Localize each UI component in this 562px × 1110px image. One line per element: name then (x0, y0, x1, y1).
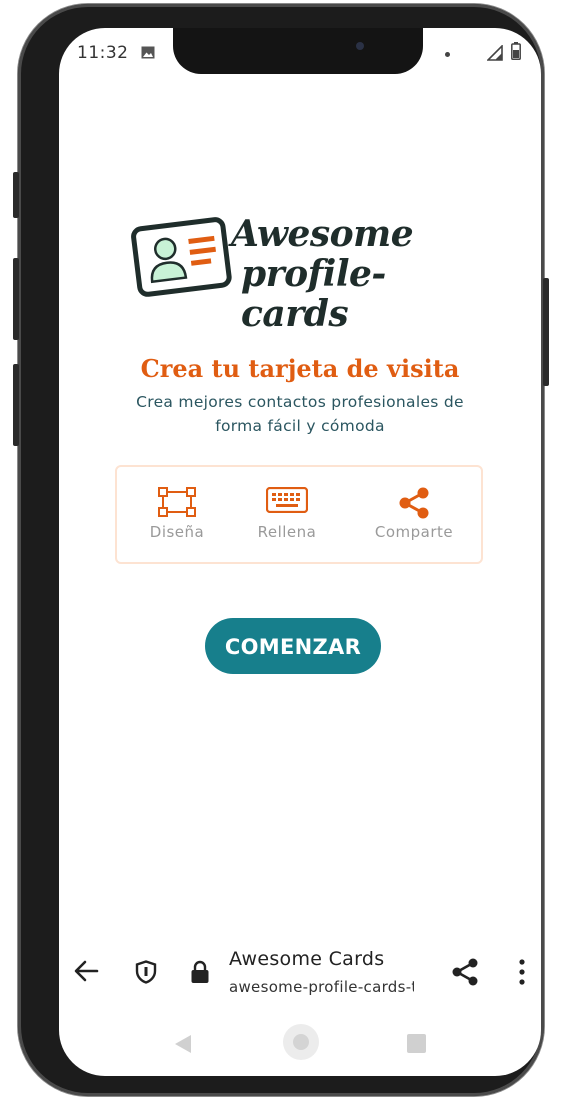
nav-home-icon[interactable] (283, 1024, 319, 1060)
tracking-shield-icon[interactable] (135, 960, 157, 984)
feature-fill: Rellena (227, 467, 347, 562)
back-arrow-icon[interactable] (73, 960, 99, 982)
notch (173, 28, 423, 74)
notification-dot-icon (445, 52, 450, 57)
share-icon (399, 487, 429, 519)
feature-label-design: Diseña (149, 523, 205, 541)
nav-back-icon[interactable] (173, 1034, 193, 1054)
front-camera (356, 42, 364, 50)
features-panel: Diseña Rellena Comparte (115, 465, 483, 564)
brand-wordmark: Awesome profile-cards (231, 214, 491, 334)
battery-icon (511, 42, 521, 60)
image-notification-icon (141, 46, 155, 59)
feature-share: Comparte (354, 467, 474, 562)
design-icon (158, 487, 196, 517)
keyboard-icon (266, 487, 308, 513)
phone-frame: 11:32 Awesome profile-cards Crea tu tarj… (18, 4, 544, 1096)
power-button (543, 278, 549, 386)
browser-toolbar: Awesome Cards awesome-profile-cards-tc (59, 940, 541, 1004)
feature-label-share: Comparte (374, 523, 454, 541)
page-tab-title[interactable]: Awesome Cards (229, 948, 384, 970)
feature-design: Diseña (117, 467, 237, 562)
phone-screen: 11:32 Awesome profile-cards Crea tu tarj… (59, 28, 541, 1076)
volume-down-button (13, 364, 19, 446)
url-field[interactable]: awesome-profile-cards-tc (229, 978, 414, 996)
brand-line1: Awesome (231, 213, 414, 255)
nav-recents-icon[interactable] (407, 1034, 426, 1053)
status-time: 11:32 (77, 43, 129, 63)
lock-icon[interactable] (190, 960, 210, 984)
page-title: Crea tu tarjeta de visita (140, 354, 460, 383)
page-subtitle: Crea mejores contactos profesionales de … (136, 393, 464, 435)
mute-switch (13, 172, 19, 218)
more-options-icon[interactable] (517, 958, 527, 986)
signal-icon (487, 45, 503, 61)
brand-line2: profile-cards (241, 253, 386, 335)
feature-label-fill: Rellena (257, 523, 317, 541)
browser-share-icon[interactable] (451, 957, 479, 987)
start-button[interactable]: COMENZAR (205, 618, 381, 674)
volume-up-button (13, 258, 19, 340)
